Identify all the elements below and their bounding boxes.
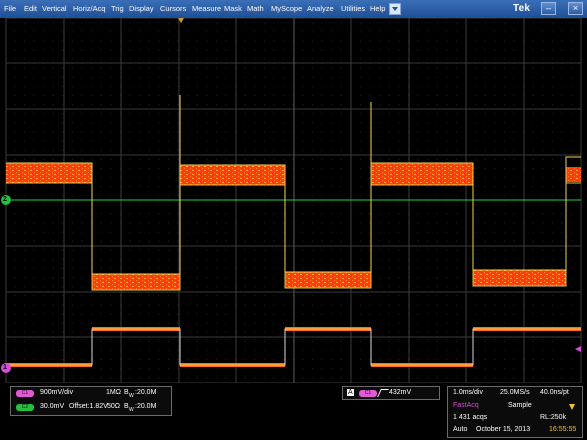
close-icon[interactable]: × <box>568 2 583 15</box>
time: 16:55:55 <box>549 426 577 433</box>
ch1-bw-sub: W <box>129 393 134 399</box>
acq-count: 1 431 acqs <box>453 414 488 421</box>
menu-cursors[interactable]: Cursors <box>160 0 186 18</box>
menu-trig[interactable]: Trig <box>111 0 124 18</box>
menu-myscope[interactable]: MyScope <box>271 0 302 18</box>
ch2-bw-sub: W <box>129 407 134 413</box>
menu-bar: File Edit Vertical Horiz/Acq Trig Displa… <box>0 0 587 19</box>
menu-analyze[interactable]: Analyze <box>307 0 334 18</box>
trigger-a-label: A <box>347 389 354 396</box>
ch2-coupling: 50Ω <box>107 403 121 410</box>
minimize-icon[interactable]: – <box>541 2 556 15</box>
menu-edit[interactable]: Edit <box>24 0 37 18</box>
menu-math[interactable]: Math <box>247 0 264 18</box>
trigger-level: 432mV <box>389 389 412 396</box>
ch1-badge: C1 <box>16 390 34 397</box>
resolution: 40.0ns/pt <box>540 389 569 396</box>
menu-horiz-acq[interactable]: Horiz/Acq <box>73 0 106 18</box>
timebase: 1.0ms/div <box>453 389 483 396</box>
waveform-graticule <box>1 18 582 383</box>
trigger-slope-icon <box>377 389 389 397</box>
menu-file[interactable]: File <box>4 0 16 18</box>
ch1-bw: :20.0M <box>135 389 157 396</box>
trigger-ch-badge: C1 <box>359 390 377 397</box>
waveform-display: 2 1 <box>0 18 587 383</box>
brand-logo: Tek <box>513 3 531 14</box>
acq-mode: FastAcq <box>453 402 479 409</box>
sample-rate: 25.0MS/s <box>500 389 530 396</box>
ch1-coupling: 1MΩ <box>106 389 121 396</box>
ch2-bw-prefix: B <box>124 403 129 410</box>
record-length: RL:250k <box>540 414 567 421</box>
acq-sample: Sample <box>508 402 532 409</box>
run-indicator-icon <box>569 404 575 410</box>
run-mode: Auto <box>453 426 468 433</box>
menu-dropdown-icon[interactable] <box>389 3 401 15</box>
ch2-badge: C2 <box>16 404 34 411</box>
channel-readout-panel: C1 900mV/div 1MΩ B W :20.0M C2 30.0mV Of… <box>10 386 172 416</box>
acquisition-readout: 1.0ms/div 25.0MS/s 40.0ns/pt FastAcq Sam… <box>447 386 583 438</box>
ch2-marker-label: 2 <box>3 196 7 203</box>
menu-mask[interactable]: Mask <box>224 0 242 18</box>
menu-help[interactable]: Help <box>370 0 385 18</box>
ch1-bw-prefix: B <box>124 389 129 396</box>
menu-display[interactable]: Display <box>129 0 154 18</box>
ch2-offset: Offset:1.82V <box>69 403 108 410</box>
menu-vertical[interactable]: Vertical <box>42 0 67 18</box>
ch1-marker-label: 1 <box>3 364 7 371</box>
menu-measure[interactable]: Measure <box>192 0 221 18</box>
date: October 15, 2013 <box>476 426 531 433</box>
ch2-scale: 30.0mV <box>40 403 65 410</box>
ch2-bw: :20.0M <box>135 403 157 410</box>
ch1-scale: 900mV/div <box>40 389 74 396</box>
trigger-readout: A C1 432mV <box>342 386 440 400</box>
menu-utilities[interactable]: Utilities <box>341 0 365 18</box>
